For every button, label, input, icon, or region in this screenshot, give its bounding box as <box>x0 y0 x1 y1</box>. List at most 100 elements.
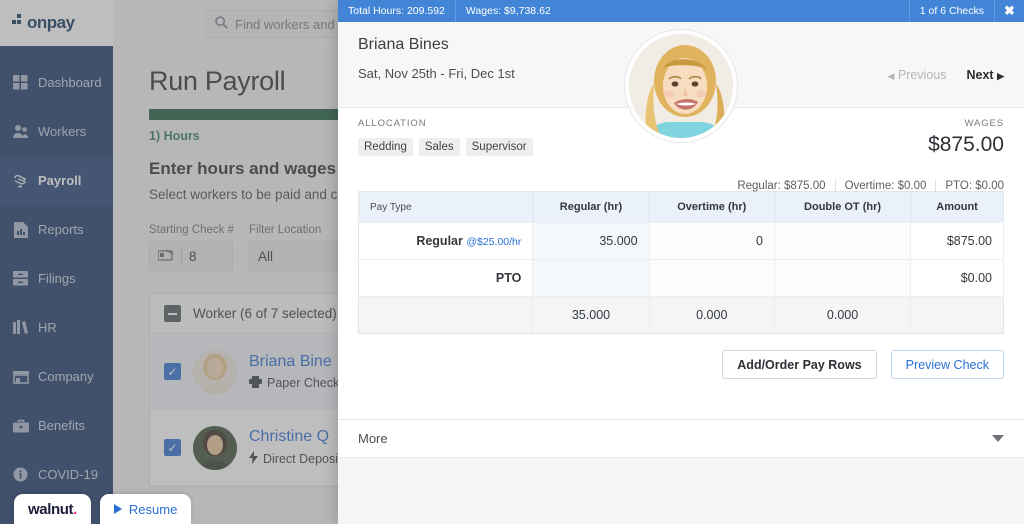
info-icon <box>12 466 29 483</box>
check-icon <box>157 248 174 264</box>
wages-summary: WAGES $875.00 <box>928 118 1004 157</box>
col-overtime: Overtime (hr) <box>649 191 775 223</box>
overtime-hours-input[interactable]: 0 <box>649 222 775 260</box>
total-wages-label: Wages: $9,738.62 <box>465 5 551 17</box>
worker-pay-method: Direct Deposi <box>249 451 338 467</box>
worker-pay-method: Paper Check <box>249 375 339 391</box>
more-section-toggle[interactable]: More <box>338 419 1024 458</box>
sidebar-item-workers[interactable]: Workers <box>0 107 113 156</box>
search-icon <box>215 16 228 32</box>
starting-check-value: 8 <box>189 248 197 264</box>
pay-table-wrap: Pay Type Regular (hr) Overtime (hr) Doub… <box>338 191 1024 334</box>
bolt-icon <box>249 451 258 467</box>
row-checkbox[interactable]: ✓ <box>164 439 181 456</box>
resume-label: Resume <box>128 501 178 517</box>
more-label: More <box>358 431 388 446</box>
close-icon[interactable]: ✖ <box>994 0 1024 22</box>
worker-info: Christine Q Direct Deposi <box>249 428 338 467</box>
avatar <box>193 349 237 394</box>
onpay-dots-icon <box>12 14 26 32</box>
preview-check-button[interactable]: Preview Check <box>890 350 1004 379</box>
search-placeholder: Find workers and co <box>235 16 353 32</box>
sidebar-item-hr[interactable]: HR <box>0 303 113 352</box>
sidebar-item-label: Payroll <box>38 173 82 188</box>
sidebar-item-label: COVID-19 <box>38 467 98 482</box>
modal-pagination: ◀ Previous Next ▶ <box>887 68 1004 82</box>
store-icon <box>12 368 29 385</box>
sidebar-item-payroll[interactable]: Payroll <box>0 156 113 205</box>
worker-name[interactable]: Briana Bine <box>249 353 339 371</box>
wages-amount: $875.00 <box>928 133 1004 156</box>
wages-breakdown: Regular: $875.00 Overtime: $0.00 PTO: $0… <box>728 180 1004 192</box>
sidebar-item-benefits[interactable]: Benefits <box>0 401 113 450</box>
starting-check-field: Starting Check # 8 <box>149 224 234 271</box>
previous-button[interactable]: ◀ Previous <box>887 68 946 82</box>
pay-method-label: Direct Deposi <box>263 452 339 466</box>
pay-rate-link[interactable]: @$25.00/hr <box>466 236 521 248</box>
allocation-tag: Redding <box>358 138 413 156</box>
sidebar-item-label: Company <box>38 369 94 384</box>
regular-hours-input[interactable] <box>532 259 650 297</box>
modal-footer <box>338 458 1024 524</box>
paycheck-detail-modal: Total Hours: 209.592 Wages: $9,738.62 1 … <box>338 0 1024 524</box>
starting-check-input[interactable]: 8 <box>149 241 233 271</box>
table-row: Regular @$25.00/hr 35.000 0 $875.00 <box>358 222 1004 260</box>
worker-list-header-label: Worker (6 of 7 selected) <box>193 306 337 321</box>
row-amount: $875.00 <box>910 222 1004 260</box>
row-pay-type: PTO <box>358 259 534 297</box>
report-icon <box>12 221 29 238</box>
add-order-pay-rows-button[interactable]: Add/Order Pay Rows <box>722 350 877 379</box>
row-amount: $0.00 <box>910 259 1004 297</box>
sidebar-item-label: HR <box>38 320 57 335</box>
play-icon <box>113 504 122 514</box>
employee-avatar <box>625 30 737 142</box>
chevron-right-icon: ▶ <box>997 71 1004 81</box>
totals-pay-type <box>358 296 534 334</box>
walnut-logo-pill[interactable]: walnut. <box>14 494 91 524</box>
starting-check-label: Starting Check # <box>149 224 235 236</box>
wage-breakdown-overtime: Overtime: $0.00 <box>834 180 936 192</box>
sidebar-item-covid-19[interactable]: COVID-19 <box>0 450 113 499</box>
walnut-logo: walnut. <box>28 500 77 518</box>
sidebar-item-label: Filings <box>38 271 76 286</box>
app-logo[interactable]: onpay <box>0 0 113 46</box>
sidebar-item-label: Benefits <box>38 418 85 433</box>
double-ot-hours-input[interactable] <box>774 259 912 297</box>
chevron-left-icon: ◀ <box>887 71 895 81</box>
wage-breakdown-regular: Regular: $875.00 <box>737 180 826 192</box>
filter-location-value: All <box>258 248 274 264</box>
allocation-tag: Sales <box>418 138 460 156</box>
divider <box>181 248 182 264</box>
overtime-hours-input[interactable] <box>649 259 775 297</box>
sidebar-item-company[interactable]: Company <box>0 352 113 401</box>
totals-overtime: 0.000 <box>649 296 775 334</box>
row-checkbox[interactable]: ✓ <box>164 363 181 380</box>
double-ot-hours-input[interactable] <box>774 222 912 260</box>
avatar <box>193 425 237 470</box>
col-amount: Amount <box>910 191 1004 223</box>
wage-breakdown-pto: PTO: $0.00 <box>935 180 1004 192</box>
resume-button[interactable]: Resume <box>99 494 192 524</box>
totals-double-ot: 0.000 <box>774 296 912 334</box>
select-all-checkbox[interactable] <box>164 305 181 322</box>
col-pay-type: Pay Type <box>358 191 534 223</box>
hand-cash-icon <box>12 172 29 189</box>
sidebar-item-filings[interactable]: Filings <box>0 254 113 303</box>
totals-row: 35.000 0.000 0.000 <box>358 296 1004 334</box>
totals-amount <box>910 296 1004 334</box>
totals-regular: 35.000 <box>532 296 650 334</box>
modal-actions: Add/Order Pay Rows Preview Check <box>338 334 1024 379</box>
table-row: PTO $0.00 <box>358 259 1004 297</box>
pay-table-head: Pay Type Regular (hr) Overtime (hr) Doub… <box>358 191 1004 223</box>
sidebar-item-dashboard[interactable]: Dashboard <box>0 58 113 107</box>
sidebar-item-label: Dashboard <box>38 75 102 90</box>
sidebar-item-reports[interactable]: Reports <box>0 205 113 254</box>
chevron-down-icon <box>992 435 1004 442</box>
regular-hours-input[interactable]: 35.000 <box>532 222 650 260</box>
people-icon <box>12 123 29 140</box>
pay-table: Pay Type Regular (hr) Overtime (hr) Doub… <box>358 191 1004 334</box>
pay-table-header-row: Pay Type Regular (hr) Overtime (hr) Doub… <box>358 191 1004 223</box>
worker-name[interactable]: Christine Q <box>249 428 338 446</box>
modal-summary-bar: Total Hours: 209.592 Wages: $9,738.62 1 … <box>338 0 1024 22</box>
next-button[interactable]: Next ▶ <box>967 68 1005 82</box>
